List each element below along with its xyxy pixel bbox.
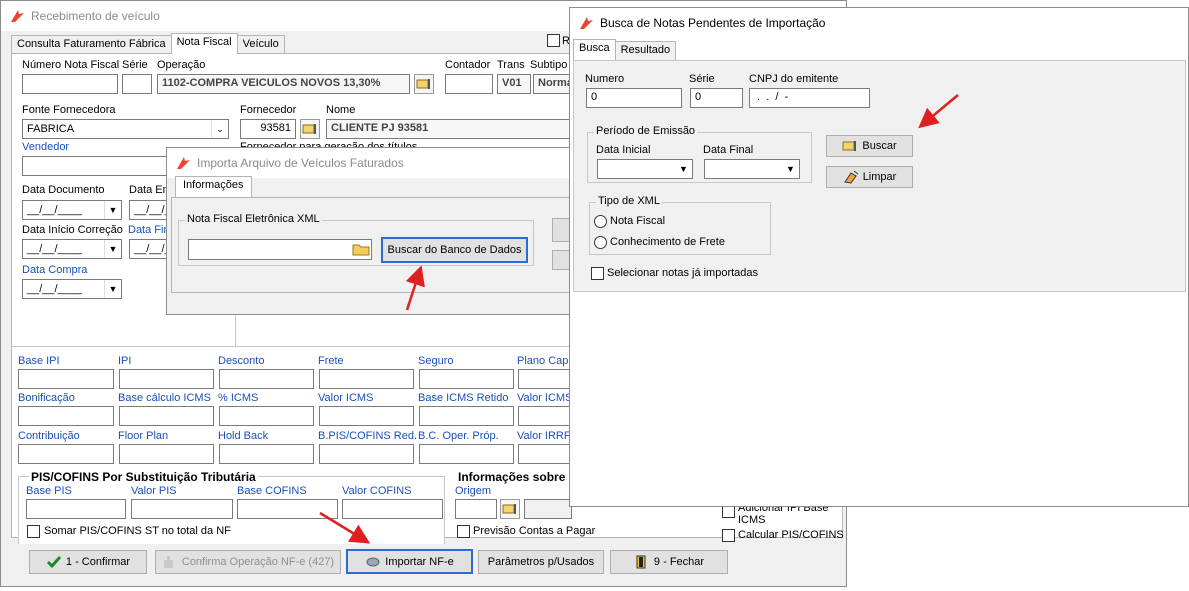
arrow-to-importar <box>319 511 371 544</box>
arrow-to-buscar <box>918 94 959 129</box>
tab-busca[interactable]: Busca <box>573 39 616 60</box>
tab-nota-fiscal[interactable]: Nota Fiscal <box>170 33 238 54</box>
arrow-to-buscar-banco <box>405 265 425 311</box>
annotation-arrows <box>319 94 959 544</box>
importa-tabs: Informações <box>175 176 252 197</box>
tab-informacoes[interactable]: Informações <box>175 176 252 197</box>
